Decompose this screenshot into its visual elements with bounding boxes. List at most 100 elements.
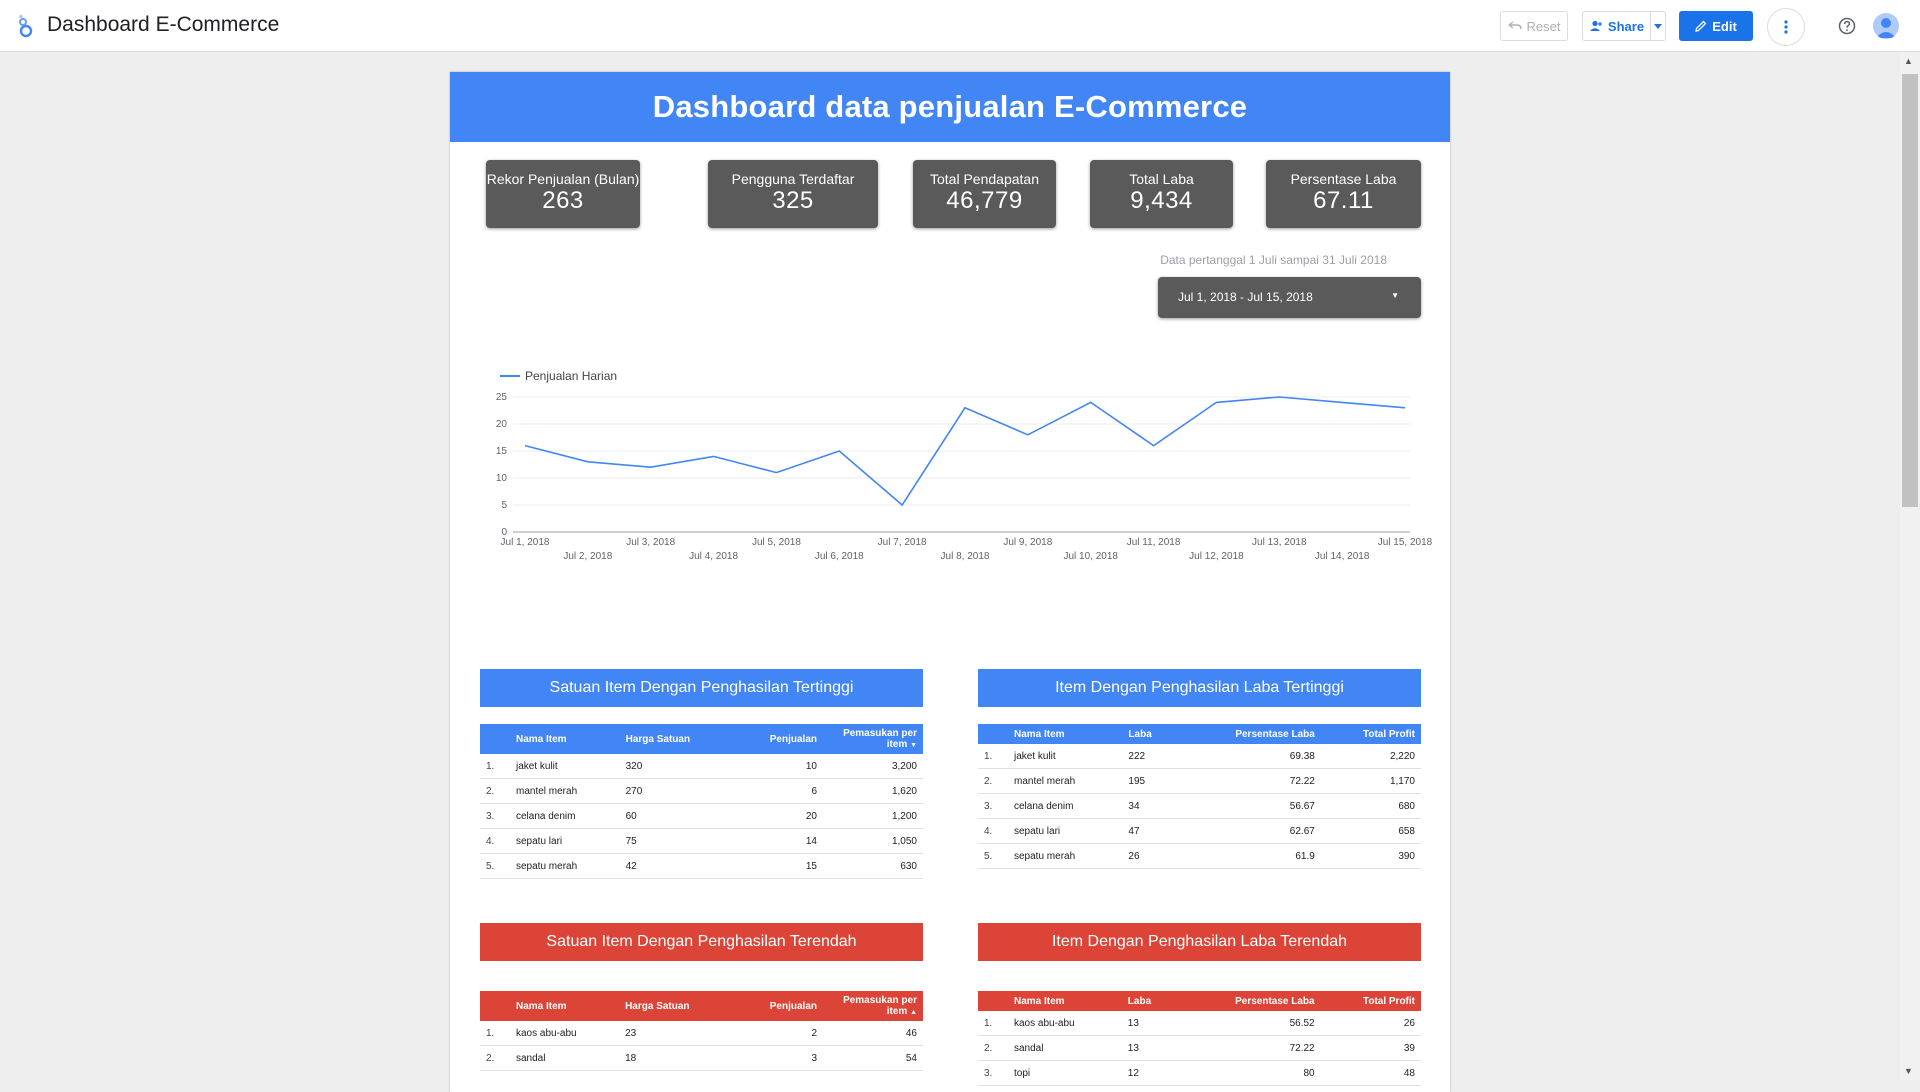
column-header-nama-item[interactable]: Nama Item <box>1008 991 1122 1011</box>
table-row[interactable]: 1. jaket kulit 320 10 3,200 <box>480 754 923 779</box>
kpi-card-total-pendapatan[interactable]: Total Pendapatan 46,779 <box>913 160 1056 228</box>
share-button[interactable]: Share <box>1582 11 1650 41</box>
account-avatar[interactable] <box>1873 13 1899 39</box>
edit-label: Edit <box>1712 18 1737 34</box>
data-point <box>1340 400 1344 404</box>
data-studio-logo-icon <box>19 14 33 38</box>
cell-persentase-laba: 62.67 <box>1177 818 1321 844</box>
column-header-total-profit[interactable]: Total Profit <box>1321 724 1421 744</box>
x-tick-label: Jul 5, 2018 <box>752 537 801 548</box>
data-point <box>774 471 778 475</box>
x-tick-label: Jul 9, 2018 <box>1003 537 1052 548</box>
table-row[interactable]: 5. sepatu merah 42 15 630 <box>480 853 923 879</box>
table-row[interactable]: 2. sandal 18 3 54 <box>480 1045 923 1071</box>
x-tick-label: Jul 4, 2018 <box>689 551 738 562</box>
row-number: 5. <box>480 853 510 879</box>
x-tick-label: Jul 10, 2018 <box>1063 551 1118 562</box>
cell-laba: 13 <box>1121 1035 1178 1061</box>
cell-nama-item: jaket kulit <box>510 754 620 779</box>
column-header-harga-satuan[interactable]: Harga Satuan <box>619 991 734 1021</box>
date-range-picker[interactable]: Jul 1, 2018 - Jul 15, 2018 ▼ <box>1158 277 1421 318</box>
table-row[interactable]: 2. mantel merah 195 72.22 1,170 <box>978 768 1421 794</box>
column-header-total-profit[interactable]: Total Profit <box>1321 991 1421 1011</box>
column-header-laba[interactable]: Laba <box>1122 991 1177 1011</box>
x-tick-label: Jul 2, 2018 <box>563 551 612 562</box>
cell-nama-item: topi <box>1008 1060 1122 1086</box>
reset-button[interactable]: Reset <box>1500 11 1568 41</box>
column-header-nama-item[interactable]: Nama Item <box>510 991 619 1021</box>
y-tick-label: 10 <box>496 473 508 484</box>
table-row[interactable]: 1. kaos abu-abu 13 56.52 26 <box>978 1011 1421 1036</box>
top-profit-table[interactable]: Nama Item Laba Persentase Laba Total Pro… <box>978 724 1421 869</box>
kpi-label: Rekor Penjualan (Bulan) <box>486 171 640 187</box>
row-number: 3. <box>978 793 1008 819</box>
table-row[interactable]: 3. topi 12 80 48 <box>978 1060 1421 1086</box>
column-header-persentase-laba[interactable]: Persentase Laba <box>1177 991 1320 1011</box>
cell-harga-satuan: 42 <box>619 853 735 879</box>
kpi-card-pengguna-terdaftar[interactable]: Pengguna Terdaftar 325 <box>708 160 878 228</box>
cell-nama-item: celana denim <box>510 803 620 829</box>
column-header-pemasukan-sorted[interactable]: Pemasukan per item ▲ <box>823 991 923 1021</box>
report-header: Dashboard data penjualan E-Commerce <box>450 72 1450 142</box>
kpi-card-total-laba[interactable]: Total Laba 9,434 <box>1090 160 1233 228</box>
cell-nama-item: kaos abu-abu <box>1008 1011 1122 1036</box>
column-header-harga-satuan[interactable]: Harga Satuan <box>620 724 735 754</box>
kpi-label: Total Laba <box>1129 171 1194 187</box>
cell-nama-item: mantel merah <box>510 778 620 804</box>
x-tick-label: Jul 8, 2018 <box>941 551 990 562</box>
column-header-penjualan[interactable]: Penjualan <box>734 991 823 1021</box>
table-row[interactable]: 4. sepatu lari 75 14 1,050 <box>480 828 923 854</box>
user-icon <box>1876 18 1896 38</box>
edit-button[interactable]: Edit <box>1679 11 1753 41</box>
kpi-card-persentase-laba[interactable]: Persentase Laba 67.11 <box>1266 160 1421 228</box>
cell-persentase-laba: 56.67 <box>1177 793 1321 819</box>
column-header-nama-item[interactable]: Nama Item <box>1008 724 1122 744</box>
row-number: 5. <box>978 843 1008 869</box>
row-number-header <box>480 991 510 1021</box>
cell-nama-item: sepatu merah <box>510 853 620 879</box>
table-row[interactable]: 3. celana denim 34 56.67 680 <box>978 793 1421 819</box>
cell-laba: 13 <box>1121 1011 1178 1036</box>
report-name[interactable]: Dashboard E-Commerce <box>47 13 279 37</box>
table-row[interactable]: 1. jaket kulit 222 69.38 2,220 <box>978 744 1421 769</box>
scroll-up-icon[interactable]: ▲ <box>1904 56 1913 66</box>
row-number: 4. <box>978 818 1008 844</box>
cell-nama-item: sepatu merah <box>1008 843 1123 869</box>
page-scrollbar[interactable]: ▲ ▼ <box>1900 52 1920 1080</box>
row-number: 2. <box>978 1035 1008 1061</box>
table-title-text: Satuan Item Dengan Penghasilan Tertinggi <box>549 679 854 696</box>
cell-nama-item: sandal <box>1008 1035 1122 1061</box>
help-icon[interactable] <box>1838 17 1856 35</box>
cell-total-profit: 2,220 <box>1320 744 1421 769</box>
column-header-penjualan[interactable]: Penjualan <box>734 724 823 754</box>
table-row[interactable]: 4. sepatu lari 47 62.67 658 <box>978 818 1421 844</box>
table-row[interactable]: 2. mantel merah 270 6 1,620 <box>480 778 923 804</box>
low-items-table[interactable]: Nama Item Harga Satuan Penjualan Pemasuk… <box>480 991 923 1071</box>
top-items-table[interactable]: Nama Item Harga Satuan Penjualan Pemasuk… <box>480 724 923 879</box>
column-header-pemasukan-sorted[interactable]: Pemasukan per item ▼ <box>823 724 923 754</box>
table-row[interactable]: 3. celana denim 60 20 1,200 <box>480 803 923 829</box>
data-point <box>523 444 527 448</box>
scroll-down-icon[interactable]: ▼ <box>1904 1066 1913 1076</box>
share-dropdown-button[interactable] <box>1650 11 1666 41</box>
more-options-button[interactable] <box>1767 8 1805 46</box>
scroll-thumb[interactable] <box>1902 74 1918 507</box>
column-header-nama-item[interactable]: Nama Item <box>510 724 620 754</box>
table-title-low-items: Satuan Item Dengan Penghasilan Terendah <box>480 923 923 961</box>
row-number: 1. <box>978 1011 1008 1036</box>
column-header-laba[interactable]: Laba <box>1122 724 1177 744</box>
table-row[interactable]: 1. kaos abu-abu 23 2 46 <box>480 1021 923 1046</box>
cell-laba: 195 <box>1122 768 1178 794</box>
table-body: 1. kaos abu-abu 13 56.52 26 2. sandal 13 72.22 3… <box>978 1011 1421 1086</box>
low-profit-table[interactable]: Nama Item Laba Persentase Laba Total Pro… <box>978 991 1421 1086</box>
kpi-card-rekor-penjualan[interactable]: Rekor Penjualan (Bulan) 263 <box>486 160 640 228</box>
data-point <box>1403 406 1407 410</box>
table-row[interactable]: 5. sepatu merah 26 61.9 390 <box>978 843 1421 869</box>
date-note: Data pertanggal 1 Juli sampai 31 Juli 20… <box>1160 253 1387 267</box>
daily-sales-line-chart[interactable]: 0510152025Jul 1, 2018Jul 2, 2018Jul 3, 2… <box>480 362 1440 602</box>
column-header-persentase-laba[interactable]: Persentase Laba <box>1178 724 1321 744</box>
table-row[interactable]: 2. sandal 13 72.22 39 <box>978 1035 1421 1061</box>
cell-harga-satuan: 60 <box>619 803 735 829</box>
cell-harga-satuan: 270 <box>619 778 735 804</box>
person-add-icon <box>1589 20 1602 31</box>
